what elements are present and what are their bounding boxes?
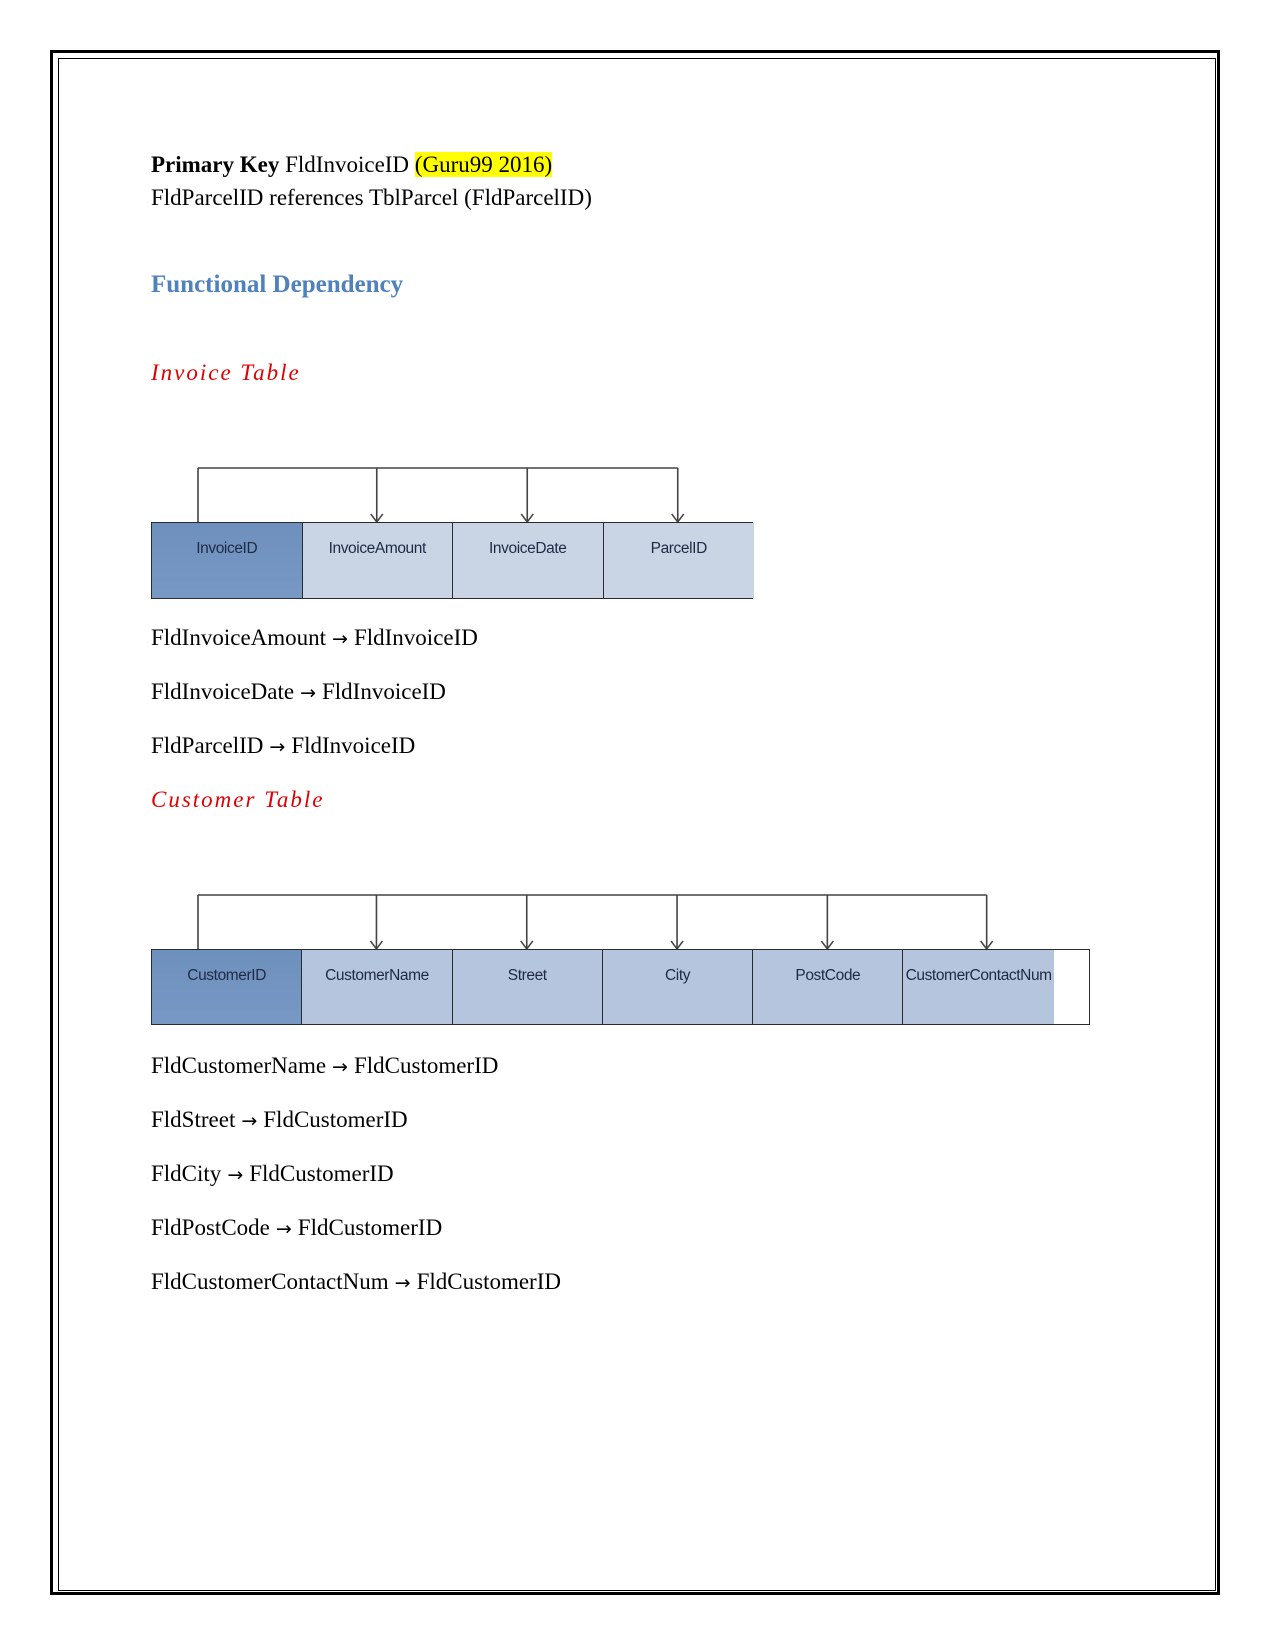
right-arrow-icon: → <box>332 1056 348 1078</box>
citation-highlight: (Guru99 2016) <box>414 152 553 177</box>
right-arrow-icon: → <box>241 1110 258 1132</box>
primary-key-value: FldInvoiceID <box>285 152 410 177</box>
inv-cell-parcelid: ParcelID <box>603 523 754 598</box>
right-arrow-icon: → <box>269 736 286 758</box>
dependency-dependent: FldInvoiceID <box>291 733 416 758</box>
primary-key-label: Primary Key <box>151 152 280 177</box>
inv-cell-invoiceamount: InvoiceAmount <box>302 523 453 598</box>
inv-cell-invoicedate: InvoiceDate <box>453 523 604 598</box>
dependency-determinant: FldCity <box>151 1161 222 1186</box>
dependency-dependent: FldCustomerID <box>297 1215 443 1240</box>
cust-functional-dependency: FldStreet → FldCustomerID <box>151 1106 408 1135</box>
inv-functional-dependency: FldInvoiceAmount → FldInvoiceID <box>151 624 478 653</box>
dependency-determinant: FldPostCode <box>151 1215 270 1240</box>
cust-cell-city: City <box>602 950 754 1024</box>
dependency-determinant: FldInvoiceDate <box>151 679 295 704</box>
invoice-dependency-diagram: InvoiceID InvoiceAmount InvoiceDate ParcelI… <box>151 460 754 600</box>
cust-cell-postcode: PostCode <box>753 950 904 1024</box>
dependency-determinant: FldCustomerContactNum <box>151 1269 389 1294</box>
dependency-determinant: FldCustomerName <box>151 1053 327 1078</box>
right-arrow-icon: → <box>275 1218 292 1240</box>
dependency-determinant: FldStreet <box>151 1107 236 1132</box>
customer-attribute-row: CustomerID CustomerName Street City PostCode… <box>151 949 1090 1025</box>
inv-functional-dependency: FldParcelID → FldInvoiceID <box>151 732 415 761</box>
primary-key-line: Primary Key FldInvoiceID (Guru99 2016) <box>151 151 553 179</box>
dependency-dependent: FldCustomerID <box>416 1269 561 1294</box>
cust-cell-customername: CustomerName <box>302 950 453 1024</box>
inv-cell-invoiceid: InvoiceID <box>152 523 303 598</box>
invoice-table-heading: Invoice Table <box>151 360 301 385</box>
customer-dependency-diagram: CustomerID CustomerName Street City PostCode… <box>151 887 1090 1027</box>
dependency-determinant: FldParcelID <box>151 733 264 758</box>
right-arrow-icon: → <box>300 682 316 704</box>
dependency-dependent: FldInvoiceID <box>322 679 446 704</box>
section-heading-functional-dependency: Functional Dependency <box>151 271 404 298</box>
cust-cell-customercontactnum: CustomerContactNum <box>903 950 1054 1024</box>
dependency-dependent: FldCustomerID <box>353 1053 499 1078</box>
cust-functional-dependency: FldPostCode → FldCustomerID <box>151 1214 442 1243</box>
right-arrow-icon: → <box>227 1164 244 1186</box>
cust-cell-customerid: CustomerID <box>152 950 303 1024</box>
dependency-dependent: FldCustomerID <box>249 1161 394 1186</box>
dependency-determinant: FldInvoiceAmount <box>151 625 327 650</box>
cust-functional-dependency: FldCustomerName → FldCustomerID <box>151 1052 498 1081</box>
right-arrow-icon: → <box>394 1272 411 1294</box>
right-arrow-icon: → <box>332 628 348 650</box>
cust-functional-dependency: FldCustomerContactNum → FldCustomerID <box>151 1268 561 1297</box>
cust-cell-street: Street <box>452 950 603 1024</box>
customer-table-heading: Customer Table <box>151 787 325 812</box>
dependency-dependent: FldInvoiceID <box>353 625 478 650</box>
cust-functional-dependency: FldCity → FldCustomerID <box>151 1160 394 1189</box>
dependency-dependent: FldCustomerID <box>263 1107 408 1132</box>
foreign-key-line: FldParcelID references TblParcel (FldPar… <box>151 185 592 210</box>
invoice-attribute-row: InvoiceID InvoiceAmount InvoiceDate ParcelI… <box>151 522 754 599</box>
inv-functional-dependency: FldInvoiceDate → FldInvoiceID <box>151 678 446 707</box>
